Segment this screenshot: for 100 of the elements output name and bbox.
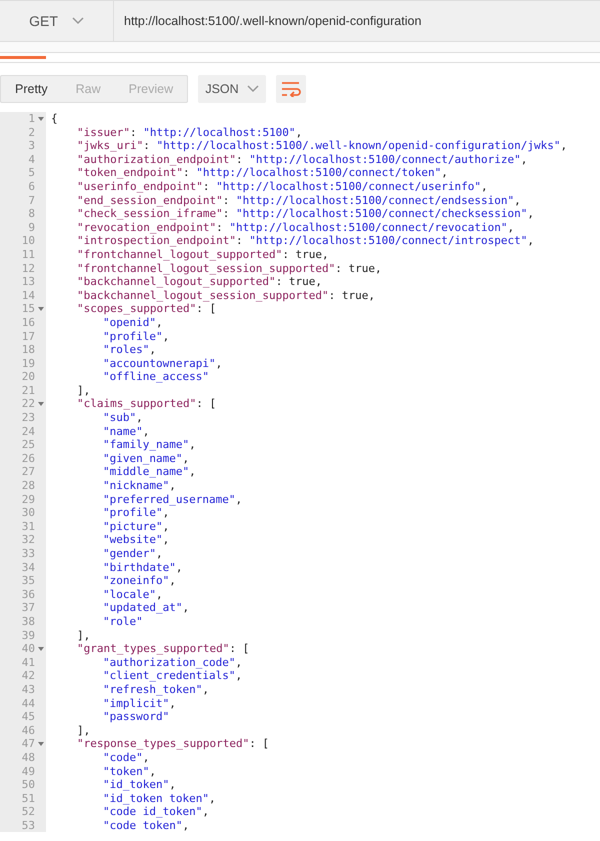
line-number: 28 [22,479,35,493]
code-line: "offline_access" [103,370,209,384]
format-label: JSON [205,82,239,96]
line-number: 22 [22,397,35,412]
code-line: "birthdate", [103,560,182,574]
line-number: 43 [22,682,35,697]
line-number: 37 [22,601,35,615]
code-line: "claims_supported": [ [77,397,216,410]
code-line: "given_name", [103,452,190,465]
code-line: "token_endpoint": "http://localhost:5100/connect/token", [77,166,448,180]
code-line: "implicit", [103,696,176,710]
chevron-icon [72,17,84,25]
line-number: 42 [22,669,35,683]
wrap-lines-button[interactable] [276,75,306,103]
line-number: 18 [22,343,35,357]
code-line: "role" [103,614,143,628]
code-line: "userinfo_endpoint": "http://localhost:5100/connect/userinfo", [77,180,488,193]
line-number: 12 [22,262,35,276]
code-line: "family_name", [103,438,196,452]
code-line: "token", [103,764,156,778]
code-line: "backchannel_logout_supported": true, [77,275,322,288]
code-line: "website", [103,533,170,546]
line-number: 6 [28,180,35,194]
line-number: 48 [22,750,35,764]
code-line: "jwks_uri": "http://localhost:5100/.well-known/openid-configuration/jwks", [77,139,568,152]
code-line: "grant_types_supported": [ [77,642,250,656]
code-line: "zoneinfo", [103,574,176,588]
line-number: 40 [22,642,35,656]
line-number: 31 [22,520,35,534]
code-line: "accountownerapi", [103,356,222,370]
line-number: 5 [28,166,35,180]
line-number: 30 [22,506,35,520]
fold-icon[interactable] [38,116,44,121]
line-number: 25 [22,438,35,452]
line-number: 39 [22,628,35,642]
code-line: ], [77,384,90,397]
url-field[interactable]: http://localhost:5100/.well-known/openid-configuration [114,1,422,41]
line-number: 7 [28,194,35,208]
line-number: 8 [28,207,35,221]
code-line: "end_session_endpoint": "http://localhost:5100/connect/endsession", [77,194,521,207]
line-number: 16 [22,316,35,330]
code-line: "picture", [103,520,170,533]
code-line: "frontchannel_logout_session_supported": true, [77,262,382,275]
line-number: 14 [22,288,35,302]
code-line: "refresh_token", [103,682,209,696]
line-number: 29 [22,492,35,506]
code-line: "sub", [103,411,143,424]
code-line: "scopes_supported": [ [77,302,216,316]
code-line: "client_credentials", [103,669,242,682]
fold-icon[interactable] [38,307,44,312]
line-number: 15 [22,302,35,316]
line-number: 3 [28,139,35,153]
code-line: "profile", [103,506,170,520]
code-line: "openid", [103,316,163,329]
code-line: "authorization_code", [103,656,242,669]
code-line: "id_token token", [103,792,216,805]
code-line: "locale", [103,588,163,601]
code-line: "code token", [103,818,190,832]
line-number: 38 [22,614,35,629]
fold-icon[interactable] [38,402,44,406]
line-number: 51 [22,792,35,806]
line-number: 24 [22,424,35,438]
line-number: 11 [22,248,35,262]
fold-icon[interactable] [38,742,44,746]
code-line: "code", [103,750,150,764]
line-number: 1 [28,112,35,126]
code-line: "revocation_endpoint": "http://localhost:5100/connect/revocation", [77,220,514,234]
chevron-icon [246,85,259,93]
line-number: 4 [28,152,35,166]
line-number: 47 [22,737,35,751]
format-dropdown[interactable]: JSON [198,75,266,103]
view-tab[interactable]: Pretty [1,76,62,102]
line-number: 44 [22,696,35,710]
line-number: 17 [22,330,35,344]
line-number: 2 [28,126,35,140]
code-line: "updated_at", [103,601,190,614]
line-number: 9 [28,220,35,234]
line-number: 46 [22,724,35,738]
code-line: ], [77,724,90,737]
code-line: "profile", [103,330,170,342]
fold-icon[interactable] [38,646,44,651]
tab-indicator [0,56,46,59]
code-line: "name", [103,424,150,438]
code-line: "preferred_username", [103,492,242,506]
code-line: "issuer": "http://localhost:5100", [77,126,302,139]
code-line: "backchannel_logout_session_supported": true, [77,288,376,302]
code-line: "response_types_supported": [ [77,737,270,750]
line-number: 23 [22,411,35,425]
line-number: 27 [22,465,35,480]
line-number: 35 [22,574,35,588]
code-line: "authorization_endpoint": "http://localhost:5100/connect/authorize", [77,152,528,166]
line-number: 21 [22,384,35,398]
line-number: 34 [22,560,35,574]
code-line: { [51,112,58,125]
code-line: "middle_name", [103,465,196,478]
line-number: 49 [22,764,35,778]
code-line: ], [77,628,90,642]
code-line: "gender", [103,547,163,560]
code-line: "roles", [103,343,156,356]
line-number: 36 [22,588,35,602]
